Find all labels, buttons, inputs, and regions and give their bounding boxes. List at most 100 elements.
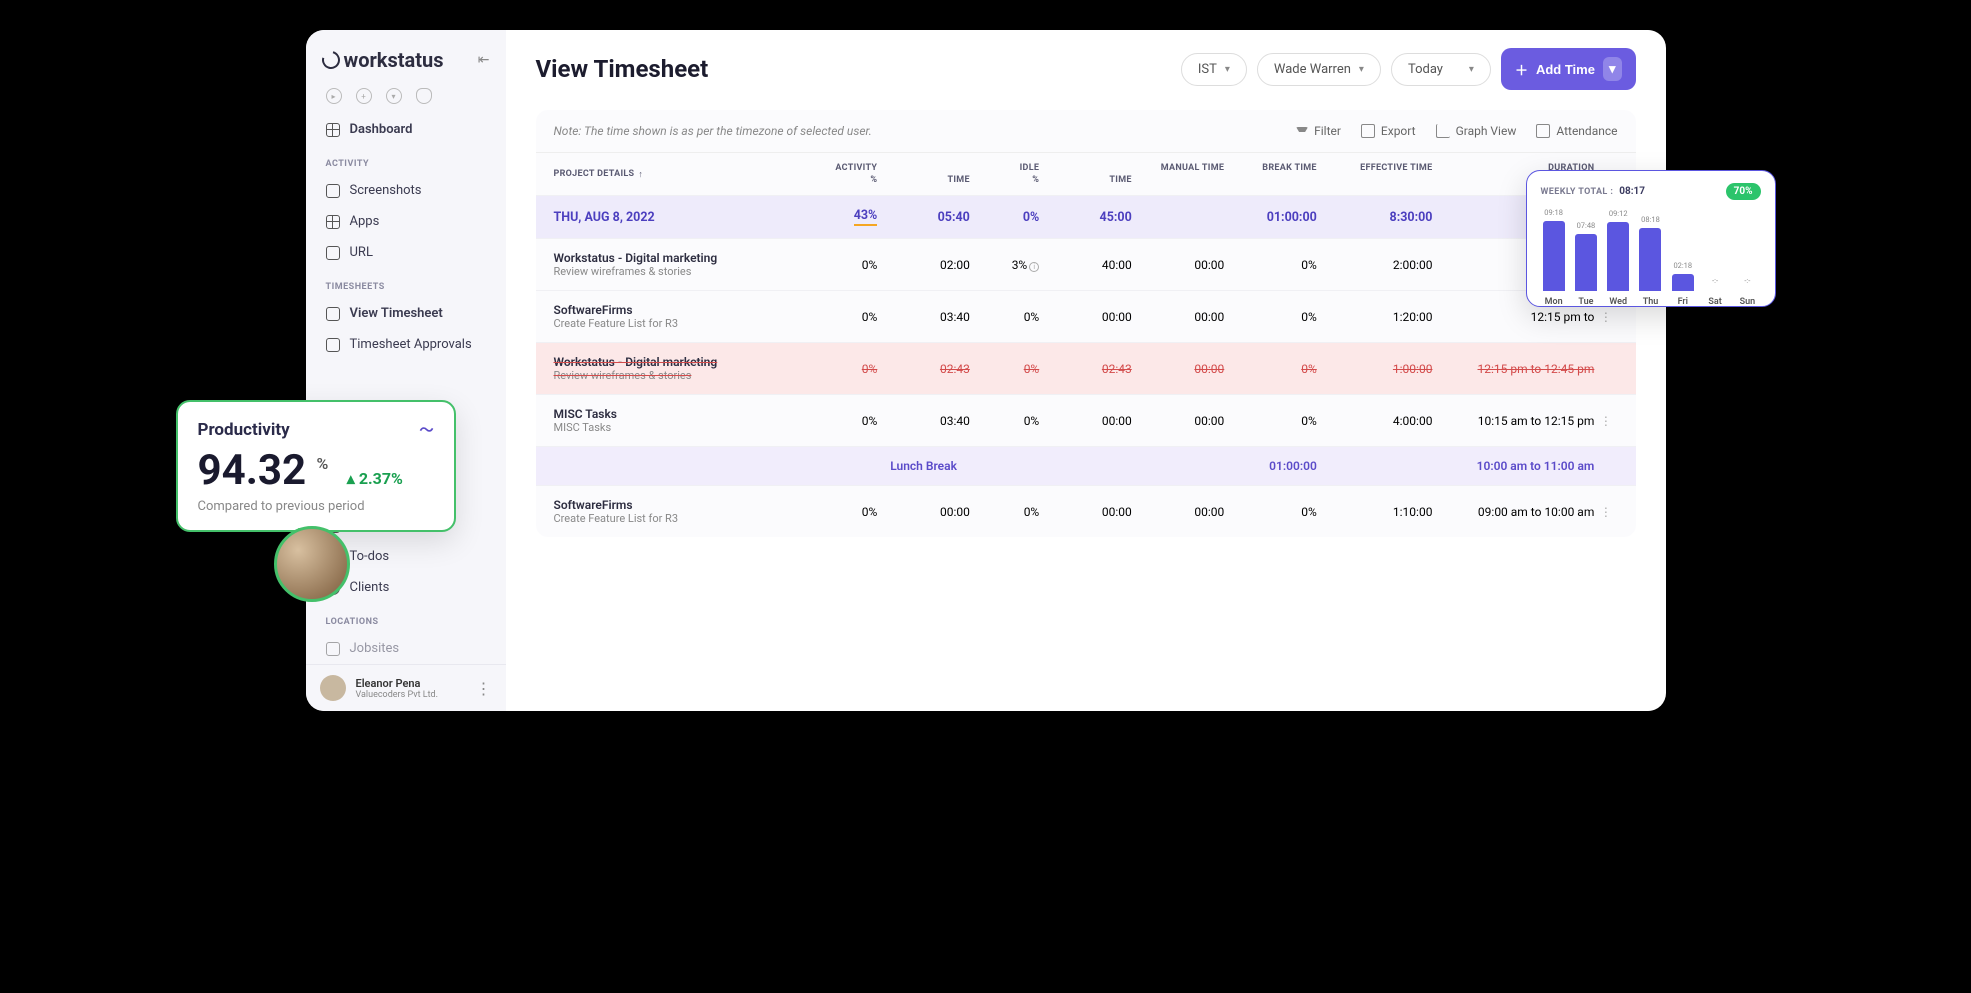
- user-avatar-large: [274, 526, 350, 602]
- user-label: Wade Warren: [1274, 62, 1351, 77]
- col-activity-pct: ACTIVITY%: [808, 163, 877, 185]
- bell-icon[interactable]: [416, 88, 432, 104]
- table-body: THU, AUG 8, 202243%05:400%45:0001:00:008…: [536, 195, 1636, 537]
- nav-url[interactable]: URL: [306, 237, 506, 268]
- table-row[interactable]: THU, AUG 8, 202243%05:400%45:0001:00:008…: [536, 195, 1636, 238]
- main: View Timesheet IST▾ Wade Warren▾ Today▾ …: [506, 30, 1666, 711]
- filter-button[interactable]: Filter: [1296, 124, 1341, 138]
- apps-icon: [326, 215, 340, 229]
- spinner-icon: [318, 48, 343, 73]
- nav-dashboard[interactable]: Dashboard: [306, 114, 506, 145]
- table-toolbar: Note: The time shown is as per the timez…: [536, 110, 1636, 153]
- download-icon[interactable]: ▾: [386, 88, 402, 104]
- nav-label: Apps: [350, 214, 380, 229]
- col-idle-pct: IDLE%: [970, 163, 1039, 185]
- table-row[interactable]: MISC TasksMISC Tasks0%03:400%00:0000:000…: [536, 394, 1636, 446]
- export-icon: [1361, 124, 1375, 138]
- brand-logo: workstatus: [322, 48, 444, 72]
- table-row[interactable]: Lunch Break01:00:0010:00 am to 11:00 am: [536, 446, 1636, 485]
- productivity-title: Productivity: [198, 420, 290, 440]
- chevron-down-icon: ▾: [1359, 64, 1364, 75]
- info-icon[interactable]: i: [1029, 262, 1039, 272]
- bar-sun: -:-Sun: [1734, 276, 1760, 307]
- timezone-dropdown[interactable]: IST ▾: [1181, 53, 1247, 86]
- nav-label: Screenshots: [350, 183, 422, 198]
- avatar[interactable]: [320, 675, 346, 701]
- nav-label: View Timesheet: [350, 306, 443, 321]
- page-title: View Timesheet: [536, 55, 709, 83]
- attendance-icon: [1536, 124, 1550, 138]
- caret-down-icon[interactable]: ▾: [1603, 57, 1622, 81]
- table-row[interactable]: Workstatus - Digital marketingReview wir…: [536, 342, 1636, 394]
- nav-label: Jobsites: [350, 641, 400, 656]
- sidebar: workstatus ⇤ ▸ + ▾ Dashboard ACTIVITY Sc…: [306, 30, 506, 711]
- productivity-compare: Compared to previous period: [198, 499, 434, 514]
- chevron-down-icon: ▾: [1225, 64, 1230, 75]
- plus-icon: ＋: [1515, 60, 1528, 79]
- sort-asc-icon: ↑: [638, 169, 643, 180]
- range-dropdown[interactable]: Today▾: [1391, 53, 1491, 86]
- col-activity-time: TIME: [877, 163, 970, 185]
- section-activity: ACTIVITY: [306, 145, 506, 175]
- graph-view-button[interactable]: Graph View: [1436, 124, 1517, 138]
- quick-actions: ▸ + ▾: [306, 72, 506, 114]
- bar-wed: 09:12Wed: [1605, 209, 1631, 307]
- filter-icon: [1296, 127, 1308, 135]
- user-footer: Eleanor Pena Valuecoders Pvt Ltd. ⋮: [306, 664, 506, 711]
- table-row[interactable]: SoftwareFirmsCreate Feature List for R30…: [536, 290, 1636, 342]
- section-timesheets: TIMESHEETS: [306, 268, 506, 298]
- trend-icon: 〜: [420, 420, 434, 440]
- bar-fri: 02:18Fri: [1670, 261, 1696, 308]
- jobsite-icon: [326, 642, 340, 656]
- attendance-label: Attendance: [1556, 124, 1617, 138]
- productivity-value: 94.32: [198, 446, 307, 495]
- chevron-down-icon: ▾: [1469, 64, 1474, 75]
- timesheet-table: Note: The time shown is as per the timez…: [536, 110, 1636, 537]
- user-dropdown[interactable]: Wade Warren ▾: [1257, 53, 1381, 86]
- percent-sign: %: [317, 454, 329, 473]
- user-org: Valuecoders Pvt Ltd.: [356, 690, 439, 700]
- timesheet-icon: [326, 307, 340, 321]
- approval-icon: [326, 338, 340, 352]
- nav-jobsites[interactable]: Jobsites: [306, 633, 506, 664]
- bar-tue: 07:48Tue: [1573, 221, 1599, 307]
- export-button[interactable]: Export: [1361, 124, 1416, 138]
- col-break: BREAK TIME: [1224, 163, 1317, 185]
- filter-label: Filter: [1314, 124, 1341, 138]
- screenshot-icon: [326, 184, 340, 198]
- weekly-badge: 70%: [1726, 183, 1761, 200]
- add-time-button[interactable]: ＋ Add Time ▾: [1501, 48, 1636, 90]
- bar-sat: -:-Sat: [1702, 276, 1728, 307]
- timezone-label: IST: [1198, 62, 1217, 77]
- user-menu-icon[interactable]: ⋮: [476, 679, 492, 698]
- section-locations: LOCATIONS: [306, 603, 506, 633]
- nav-view-timesheet[interactable]: View Timesheet: [306, 298, 506, 329]
- row-menu-icon[interactable]: ⋮: [1594, 505, 1617, 519]
- brand-text: workstatus: [344, 48, 444, 72]
- table-row[interactable]: Workstatus - Digital marketingReview wir…: [536, 238, 1636, 290]
- attendance-button[interactable]: Attendance: [1536, 124, 1617, 138]
- bar-mon: 09:18Mon: [1541, 208, 1567, 307]
- export-label: Export: [1381, 124, 1416, 138]
- plus-icon[interactable]: +: [356, 88, 372, 104]
- table-row[interactable]: SoftwareFirmsCreate Feature List for R30…: [536, 485, 1636, 537]
- row-menu-icon[interactable]: ⋮: [1594, 310, 1617, 324]
- row-menu-icon[interactable]: ⋮: [1594, 414, 1617, 428]
- table-header: PROJECT DETAILS↑ ACTIVITY% TIME IDLE% TI…: [536, 153, 1636, 195]
- collapse-sidebar-icon[interactable]: ⇤: [478, 52, 490, 68]
- productivity-card: Productivity 〜 94.32 % ▴ 2.37% Compared …: [176, 400, 456, 532]
- col-manual: MANUAL TIME: [1132, 163, 1225, 185]
- nav-label: Timesheet Approvals: [350, 337, 472, 352]
- add-time-label: Add Time: [1536, 62, 1595, 77]
- url-icon: [326, 246, 340, 260]
- bar-thu: 08:18Thu: [1637, 215, 1663, 307]
- nav-label: To-dos: [350, 549, 390, 564]
- nav-apps[interactable]: Apps: [306, 206, 506, 237]
- page-header: View Timesheet IST▾ Wade Warren▾ Today▾ …: [536, 48, 1636, 90]
- col-project[interactable]: PROJECT DETAILS↑: [554, 163, 808, 185]
- nav-timesheet-approvals[interactable]: Timesheet Approvals: [306, 329, 506, 360]
- app-window: workstatus ⇤ ▸ + ▾ Dashboard ACTIVITY Sc…: [306, 30, 1666, 711]
- nav-label: Clients: [350, 580, 390, 595]
- nav-screenshots[interactable]: Screenshots: [306, 175, 506, 206]
- play-icon[interactable]: ▸: [326, 88, 342, 104]
